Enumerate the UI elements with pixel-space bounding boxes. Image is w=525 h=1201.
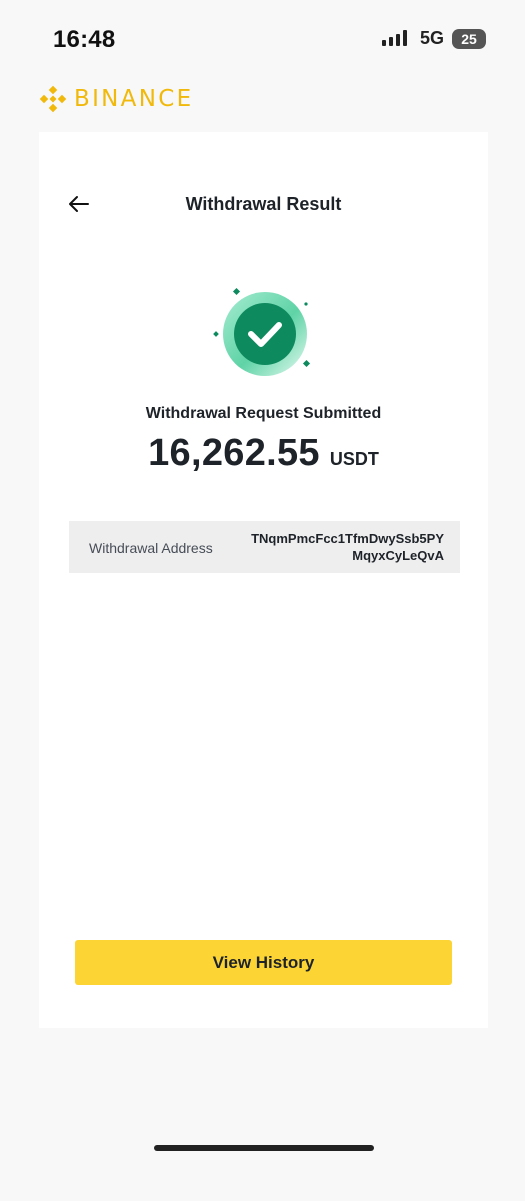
- status-message: Withdrawal Request Submitted: [145, 405, 382, 422]
- battery-icon: 25: [452, 29, 486, 49]
- withdrawal-result-card: Withdrawal Result Withdrawal Request Sub…: [39, 132, 488, 1028]
- check-circle-icon: [213, 287, 311, 376]
- signal-icon: [382, 30, 408, 46]
- amount-unit: USDT: [329, 449, 379, 469]
- amount-display: 16,262.55 USDT: [39, 432, 488, 475]
- arrow-left-icon: [69, 196, 89, 212]
- status-bar: 16:48 5G 25: [0, 0, 525, 80]
- page-title: Withdrawal Result: [185, 194, 342, 214]
- binance-logo-icon: [39, 85, 67, 113]
- brand-name: BINANCE: [74, 86, 194, 112]
- amount-value: 16,262.55: [148, 432, 320, 474]
- status-time: 16:48: [53, 26, 116, 53]
- view-history-button[interactable]: View History: [75, 940, 452, 985]
- withdrawal-address-row: Withdrawal Address TNqmPmcFcc1TfmDwySsb5…: [69, 521, 460, 573]
- address-line-1: TNqmPmcFcc1TfmDwySsb5PY: [251, 531, 444, 546]
- home-indicator[interactable]: [154, 1145, 374, 1151]
- network-type: 5G: [420, 28, 445, 48]
- back-button[interactable]: [67, 194, 91, 214]
- brand-header: BINANCE: [38, 84, 193, 114]
- address-label: Withdrawal Address: [89, 540, 213, 556]
- address-value: TNqmPmcFcc1TfmDwySsb5PY MqyxCyLeQvA: [251, 530, 444, 564]
- address-line-2: MqyxCyLeQvA: [352, 548, 444, 563]
